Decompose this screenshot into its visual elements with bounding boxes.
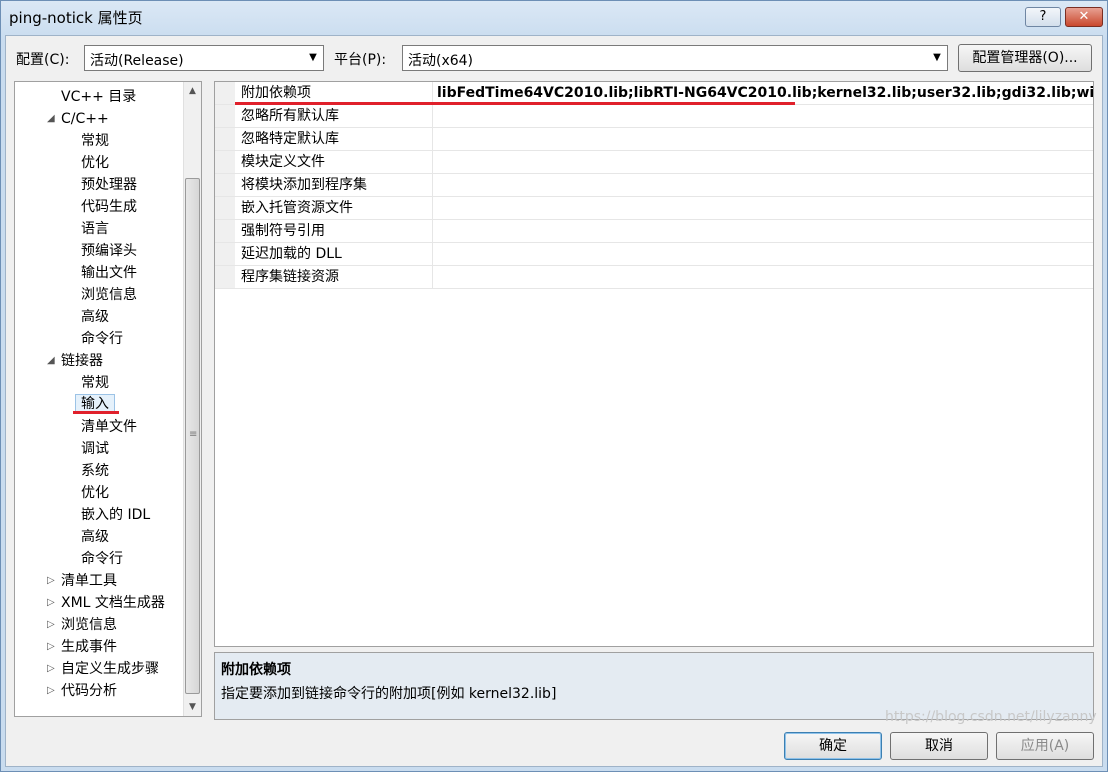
tree-item-debugging[interactable]: 调试 [81,438,109,460]
scroll-up-icon[interactable]: ▲ [184,82,201,100]
platform-label: 平台(P): [334,52,387,68]
property-name: 附加依赖项 [241,82,433,104]
property-name: 程序集链接资源 [241,266,433,288]
tree-item-cpp[interactable]: C/C++ [61,108,109,130]
scroll-thumb[interactable]: ≡ [185,178,200,694]
tree-item-linker-optimization[interactable]: 优化 [81,482,109,504]
collapse-arrow-icon[interactable]: ◢ [47,350,55,372]
property-grid: 附加依赖项 libFedTime64VC2010.lib;libRTI-NG64… [214,81,1094,647]
grid-row[interactable]: 将模块添加到程序集 [215,174,1093,197]
tree-item-xml-doc[interactable]: XML 文档生成器 [61,592,165,614]
grid-row[interactable]: 忽略所有默认库 [215,105,1093,128]
tree-item-linker-advanced[interactable]: 高级 [81,526,109,548]
tree-item-cpp-general[interactable]: 常规 [81,130,109,152]
watermark-text: https://blog.csdn.net/lilyzanny [885,709,1097,725]
grid-row[interactable]: 模块定义文件 [215,151,1093,174]
property-name: 将模块添加到程序集 [241,174,433,196]
window-title: ping-notick 属性页 [9,9,143,27]
scroll-down-icon[interactable]: ▼ [184,698,201,716]
grid-row[interactable]: 延迟加载的 DLL [215,243,1093,266]
config-manager-button[interactable]: 配置管理器(O)... [958,44,1092,72]
ok-button[interactable]: 确定 [784,732,882,760]
row-gutter [215,174,235,196]
expand-arrow-icon[interactable]: ▷ [47,658,55,680]
tree-item-cpp-optimization[interactable]: 优化 [81,152,109,174]
tree-item-pch[interactable]: 预编译头 [81,240,137,262]
row-gutter [215,266,235,288]
tree-item-codegen[interactable]: 代码生成 [81,196,137,218]
tree-item-cpp-browse[interactable]: 浏览信息 [81,284,137,306]
expand-arrow-icon[interactable]: ▷ [47,592,55,614]
row-gutter [215,243,235,265]
property-pages-window: ping-notick 属性页 ? ✕ 配置(C): 活动(Release) ▼… [0,0,1108,772]
property-name: 嵌入托管资源文件 [241,197,433,219]
collapse-arrow-icon[interactable]: ◢ [47,108,55,130]
config-label: 配置(C): [16,52,70,68]
tree-scrollbar[interactable]: ▲ ≡ ▼ [183,82,201,716]
row-gutter [215,220,235,242]
row-gutter [215,197,235,219]
property-name: 忽略所有默认库 [241,105,433,127]
expand-arrow-icon[interactable]: ▷ [47,570,55,592]
tree-item-embedded-idl[interactable]: 嵌入的 IDL [81,504,150,526]
tree-item-vc-dirs[interactable]: VC++ 目录 [61,86,136,108]
grid-row[interactable]: 忽略特定默认库 [215,128,1093,151]
tree-item-language[interactable]: 语言 [81,218,109,240]
property-value[interactable]: libFedTime64VC2010.lib;libRTI-NG64VC2010… [437,82,1093,104]
tree-item-manifest-file[interactable]: 清单文件 [81,416,137,438]
tree-item-code-analysis[interactable]: 代码分析 [61,680,117,702]
tree-item-linker[interactable]: 链接器 [61,350,103,372]
tree-item-preprocessor[interactable]: 预处理器 [81,174,137,196]
help-button[interactable]: ? [1025,7,1061,27]
chevron-down-icon: ▼ [309,52,317,63]
platform-select[interactable]: 活动(x64) ▼ [402,45,948,71]
grip-icon: ≡ [189,429,198,440]
tree-item-output-files[interactable]: 输出文件 [81,262,137,284]
row-gutter [215,128,235,150]
description-text: 指定要添加到链接命令行的附加项[例如 kernel32.lib] [221,686,557,702]
expand-arrow-icon[interactable]: ▷ [47,636,55,658]
cancel-button[interactable]: 取消 [890,732,988,760]
grid-row[interactable]: 嵌入托管资源文件 [215,197,1093,220]
annotation-underline [235,102,795,105]
property-tree: VC++ 目录 ◢ C/C++ 常规 优化 预处理器 代码生成 语言 预编译头 … [14,81,202,717]
config-select[interactable]: 活动(Release) ▼ [84,45,324,71]
property-name: 模块定义文件 [241,151,433,173]
chevron-down-icon: ▼ [933,52,941,63]
close-button[interactable]: ✕ [1065,7,1103,27]
row-gutter [215,151,235,173]
tree-item-linker-general[interactable]: 常规 [81,372,109,394]
expand-arrow-icon[interactable]: ▷ [47,614,55,636]
dialog-client: 配置(C): 活动(Release) ▼ 平台(P): 活动(x64) ▼ 配置… [5,35,1103,767]
tree-item-manifest-tool[interactable]: 清单工具 [61,570,117,592]
tree-item-cpp-advanced[interactable]: 高级 [81,306,109,328]
annotation-underline [73,411,119,414]
property-name: 延迟加载的 DLL [241,243,433,265]
platform-value: 活动(x64) [408,53,474,69]
row-gutter [215,105,235,127]
row-gutter [215,82,235,104]
tree-item-linker-cmdline[interactable]: 命令行 [81,548,123,570]
property-name: 强制符号引用 [241,220,433,242]
tree-item-custom-build[interactable]: 自定义生成步骤 [61,658,159,680]
tree-item-system[interactable]: 系统 [81,460,109,482]
property-name: 忽略特定默认库 [241,128,433,150]
title-bar: ping-notick 属性页 ? ✕ [1,1,1107,35]
grid-row[interactable]: 程序集链接资源 [215,266,1093,289]
tree-item-build-events[interactable]: 生成事件 [61,636,117,658]
tree-item-browse-info[interactable]: 浏览信息 [61,614,117,636]
tree-item-cpp-cmdline[interactable]: 命令行 [81,328,123,350]
apply-button[interactable]: 应用(A) [996,732,1094,760]
expand-arrow-icon[interactable]: ▷ [47,680,55,702]
grid-row[interactable]: 强制符号引用 [215,220,1093,243]
config-value: 活动(Release) [90,53,184,69]
description-title: 附加依赖项 [221,662,291,678]
